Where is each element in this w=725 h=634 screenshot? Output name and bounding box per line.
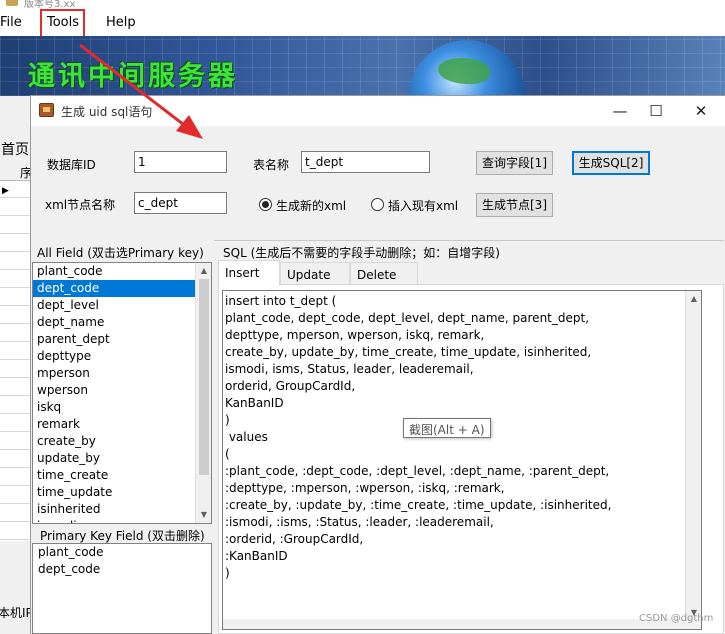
sql-line: :KanBanID	[225, 549, 288, 563]
sql-line: (	[225, 447, 230, 461]
list-item-selected[interactable]: dept_code	[33, 280, 211, 297]
all-field-scrollbar[interactable]: ▲ ▼	[195, 263, 211, 523]
xml-node-input[interactable]: c_dept	[134, 192, 227, 214]
query-fields-button[interactable]: 查询字段[1]	[476, 151, 553, 175]
app-banner: 通讯中间服务器	[0, 36, 725, 96]
radio-generate-new-xml-label: 生成新的xml	[276, 199, 347, 213]
all-field-listbox[interactable]: plant_code dept_code dept_level dept_nam…	[32, 262, 212, 524]
list-item[interactable]: iskq	[33, 399, 211, 416]
sql-label: SQL (生成后不需要的字段手动删除；如：自增字段)	[223, 246, 500, 260]
list-item[interactable]: create_by	[33, 433, 211, 450]
list-item[interactable]: plant_code	[33, 263, 211, 280]
generate-sql-button[interactable]: 生成SQL[2]	[572, 151, 650, 175]
row-pointer-icon: ▶	[2, 186, 9, 196]
radio-generate-new-xml[interactable]	[259, 198, 272, 211]
separator-line	[214, 240, 724, 241]
main-window-title: 版本号3.xx	[24, 0, 76, 8]
sql-line: orderid, GroupCardId,	[225, 379, 356, 393]
sql-line: :ismodi, :isms, :Status, :leader, :leade…	[225, 515, 494, 529]
list-item[interactable]: dept_level	[33, 297, 211, 314]
list-item[interactable]: dept_name	[33, 314, 211, 331]
dialog-titlebar[interactable]: 生成 uid sql语句 — ☐ ✕	[31, 96, 725, 126]
scroll-down-icon[interactable]: ▼	[196, 507, 211, 523]
tools-highlight-box	[40, 9, 85, 39]
all-field-items: plant_code dept_code dept_level dept_nam…	[33, 263, 211, 523]
scroll-up-icon[interactable]: ▲	[686, 291, 701, 307]
dialog-app-icon	[39, 103, 54, 117]
all-field-label: All Field (双击选Primary key)	[37, 246, 204, 260]
screenshot-tooltip: 截图(Alt + A)	[403, 418, 491, 438]
list-item[interactable]: isinherited	[33, 501, 211, 518]
scroll-thumb[interactable]	[199, 279, 209, 475]
table-name-input[interactable]: t_dept	[301, 151, 430, 173]
list-item[interactable]: ismodi	[33, 518, 211, 523]
sql-line: depttype, mperson, wperson, iskq, remark…	[225, 328, 485, 342]
sql-line: :create_by, :update_by, :time_create, :t…	[225, 498, 612, 512]
list-item[interactable]: plant_code	[33, 544, 211, 561]
db-id-input[interactable]: 1	[134, 151, 227, 173]
list-item[interactable]: depttype	[33, 348, 211, 365]
sql-textarea[interactable]: insert into t_dept ( plant_code, dept_co…	[222, 290, 702, 630]
list-item[interactable]: wperson	[33, 382, 211, 399]
close-button[interactable]: ✕	[690, 100, 712, 122]
radio-insert-existing-xml-label: 插入现有xml	[388, 199, 459, 213]
maximize-button[interactable]: ☐	[645, 100, 667, 122]
list-item[interactable]: parent_dept	[33, 331, 211, 348]
main-data-grid[interactable]	[0, 161, 30, 541]
db-id-label: 数据库ID	[47, 158, 96, 172]
main-menubar: File Tools Help	[0, 8, 725, 36]
sql-line: ismodi, isms, Status, leader, leaderemai…	[225, 362, 474, 376]
app-icon	[6, 0, 18, 6]
sql-scrollbar[interactable]: ▲ ▼	[685, 291, 701, 621]
main-tab-home[interactable]: 首页	[1, 139, 29, 159]
list-item[interactable]: update_by	[33, 450, 211, 467]
primary-key-label: Primary Key Field (双击删除)	[40, 529, 205, 543]
sql-line: )	[225, 566, 230, 580]
tab-insert[interactable]: Insert	[218, 260, 280, 286]
menu-file[interactable]: File	[0, 15, 22, 30]
tab-delete[interactable]: Delete	[350, 262, 418, 284]
generate-node-button[interactable]: 生成节点[3]	[476, 193, 553, 217]
sql-horizontal-scrollbar[interactable]	[223, 619, 701, 629]
list-item[interactable]: remark	[33, 416, 211, 433]
list-item[interactable]: mperson	[33, 365, 211, 382]
table-name-label: 表名称	[253, 158, 290, 172]
xml-node-label: xml节点名称	[45, 198, 116, 212]
list-item[interactable]: time_create	[33, 467, 211, 484]
sql-line: insert into t_dept (	[225, 294, 337, 308]
dialog-title: 生成 uid sql语句	[61, 105, 153, 119]
local-ip-label: 本机IP	[0, 606, 33, 620]
tab-update[interactable]: Update	[280, 262, 350, 284]
sql-line: KanBanID	[225, 396, 284, 410]
banner-title: 通讯中间服务器	[28, 61, 238, 92]
menu-help[interactable]: Help	[106, 15, 136, 30]
main-titlebar: 版本号3.xx	[0, 0, 725, 8]
csdn-watermark: CSDN @dgthm	[639, 613, 714, 624]
list-item[interactable]: dept_code	[33, 561, 211, 578]
scroll-up-icon[interactable]: ▲	[196, 263, 211, 279]
sql-line: :plant_code, :dept_code, :dept_level, :d…	[225, 464, 610, 478]
radio-insert-existing-xml[interactable]	[371, 198, 384, 211]
minimize-button[interactable]: —	[609, 100, 631, 122]
sql-line: :depttype, :mperson, :wperson, :iskq, :r…	[225, 481, 505, 495]
sql-line: plant_code, dept_code, dept_level, dept_…	[225, 311, 590, 325]
sql-line: :orderid, :GroupCardId,	[225, 532, 364, 546]
list-item[interactable]: time_update	[33, 484, 211, 501]
primary-key-listbox[interactable]: plant_code dept_code	[32, 543, 212, 634]
sql-line: create_by, update_by, time_create, time_…	[225, 345, 592, 359]
